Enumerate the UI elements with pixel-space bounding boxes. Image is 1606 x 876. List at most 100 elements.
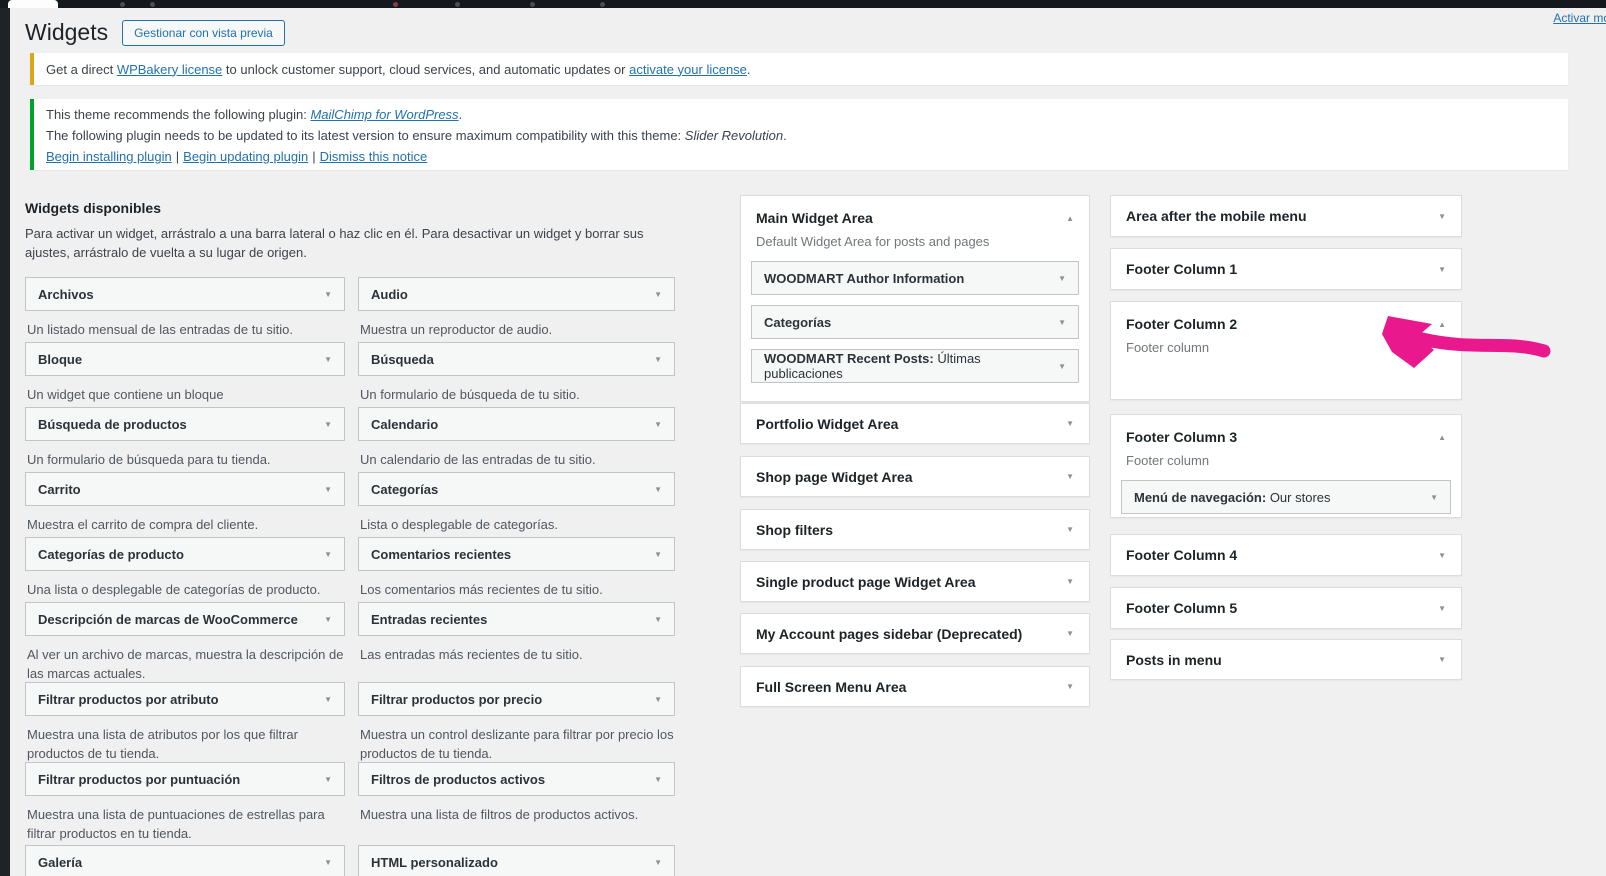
sidebar-panel-header[interactable]: Footer Column 1 ▼ (1111, 249, 1461, 289)
sidebar-panel-header[interactable]: Full Screen Menu Area ▼ (741, 667, 1089, 706)
widget-card[interactable]: Categorías de producto ▼ (25, 537, 345, 571)
sidebar-title: Shop filters (756, 522, 833, 538)
chevron-up-icon[interactable]: ▲ (1066, 214, 1074, 223)
sidebar-panel-header[interactable]: Shop filters ▼ (741, 510, 1089, 549)
chevron-down-icon[interactable]: ▼ (1066, 472, 1074, 481)
activate-license-link[interactable]: activate your license (629, 62, 747, 77)
mailchimp-plugin-link[interactable]: MailChimp for WordPress (310, 107, 458, 122)
widget-card[interactable]: Filtrar productos por atributo ▼ (25, 682, 345, 716)
chevron-down-icon[interactable]: ▼ (1066, 577, 1074, 586)
widget-card[interactable]: Búsqueda de productos ▼ (25, 407, 345, 441)
browser-icon-dot (120, 2, 125, 7)
chevron-down-icon[interactable]: ▼ (324, 775, 332, 784)
chevron-down-icon[interactable]: ▼ (1066, 682, 1074, 691)
chevron-down-icon[interactable]: ▼ (324, 290, 332, 299)
widget-label: Archivos (38, 287, 94, 302)
widget-card[interactable]: HTML personalizado ▼ (358, 845, 675, 876)
sidebar-panel-header[interactable]: Footer Column 2 ▲ (1111, 302, 1461, 332)
widget-card[interactable]: Carrito ▼ (25, 472, 345, 506)
widget-card[interactable]: Bloque ▼ (25, 342, 345, 376)
chevron-down-icon[interactable]: ▼ (324, 695, 332, 704)
chevron-down-icon[interactable]: ▼ (1430, 493, 1438, 502)
wpbakery-license-link[interactable]: WPBakery license (117, 62, 222, 77)
sidebar-panel-header[interactable]: Footer Column 4 ▼ (1111, 535, 1461, 575)
sidebar-widget-card[interactable]: WOODMART Recent Posts: Últimas publicaci… (751, 349, 1079, 383)
widget-card[interactable]: Descripción de marcas de WooCommerce ▼ (25, 602, 345, 636)
begin-installing-plugin-link[interactable]: Begin installing plugin (46, 149, 172, 164)
dismiss-notice-link[interactable]: Dismiss this notice (320, 149, 428, 164)
plugin-name-text: Slider Revolution (685, 128, 783, 143)
browser-icon-dot (530, 2, 535, 7)
sidebar-panel-header[interactable]: Footer Column 5 ▼ (1111, 588, 1461, 628)
chevron-down-icon[interactable]: ▼ (1066, 419, 1074, 428)
widget-card[interactable]: Filtrar productos por puntuación ▼ (25, 762, 345, 796)
sidebar-panel-header[interactable]: Shop page Widget Area ▼ (741, 457, 1089, 496)
widget-description: Los comentarios más recientes de tu siti… (360, 580, 675, 599)
chevron-down-icon[interactable]: ▼ (324, 615, 332, 624)
widget-card[interactable]: Calendario ▼ (358, 407, 675, 441)
chevron-down-icon[interactable]: ▼ (324, 355, 332, 364)
manage-with-preview-button[interactable]: Gestionar con vista previa (122, 20, 285, 46)
chevron-down-icon[interactable]: ▼ (654, 615, 662, 624)
sidebar-panel-header[interactable]: Main Widget Area ▲ (741, 196, 1089, 226)
accessibility-mode-link[interactable]: Activar mo (1553, 11, 1606, 25)
chevron-down-icon[interactable]: ▼ (1058, 318, 1066, 327)
chevron-down-icon[interactable]: ▼ (1438, 212, 1446, 221)
chevron-down-icon[interactable]: ▼ (1438, 604, 1446, 613)
chevron-down-icon[interactable]: ▼ (654, 355, 662, 364)
chevron-down-icon[interactable]: ▼ (1058, 362, 1066, 371)
page-header: Widgets Gestionar con vista previa (25, 18, 285, 47)
widget-description: Muestra un control deslizante para filtr… (360, 725, 675, 763)
browser-icon-dot (393, 2, 398, 7)
sidebar-panel-header[interactable]: Single product page Widget Area ▼ (741, 562, 1089, 601)
chevron-down-icon[interactable]: ▼ (654, 485, 662, 494)
sidebar-panel-header[interactable]: Portfolio Widget Area ▼ (741, 404, 1089, 443)
sidebar-widget-card[interactable]: Menú de navegación: Our stores ▼ (1121, 480, 1451, 514)
sidebar-panel-area-after-mobile-menu: Area after the mobile menu ▼ (1110, 195, 1462, 237)
chevron-down-icon[interactable]: ▼ (324, 485, 332, 494)
chevron-down-icon[interactable]: ▼ (1438, 551, 1446, 560)
sidebar-panel-my-account: My Account pages sidebar (Deprecated) ▼ (740, 613, 1090, 654)
notice-text: to unlock customer support, cloud servic… (222, 62, 629, 77)
chevron-up-icon[interactable]: ▲ (1438, 320, 1446, 329)
sidebar-panel-header[interactable]: My Account pages sidebar (Deprecated) ▼ (741, 614, 1089, 653)
sidebar-panel-header[interactable]: Posts in menu ▼ (1111, 640, 1461, 679)
chevron-down-icon[interactable]: ▼ (654, 420, 662, 429)
sidebar-panel-header[interactable]: Footer Column 3 ▲ (1111, 415, 1461, 445)
chevron-down-icon[interactable]: ▼ (324, 550, 332, 559)
chevron-down-icon[interactable]: ▼ (1066, 629, 1074, 638)
widget-card[interactable]: Filtros de productos activos ▼ (358, 762, 675, 796)
widget-description: Un listado mensual de las entradas de tu… (27, 320, 345, 339)
begin-updating-plugin-link[interactable]: Begin updating plugin (183, 149, 308, 164)
widget-card[interactable]: Archivos ▼ (25, 277, 345, 311)
sidebar-title: Portfolio Widget Area (756, 416, 898, 432)
widget-label: Búsqueda de productos (38, 417, 187, 432)
page-title: Widgets (25, 18, 108, 47)
chevron-down-icon[interactable]: ▼ (1066, 525, 1074, 534)
chevron-down-icon[interactable]: ▼ (654, 775, 662, 784)
sidebar-widget-card[interactable]: WOODMART Author Information ▼ (751, 261, 1079, 295)
sidebar-title: Single product page Widget Area (756, 574, 976, 590)
widget-card[interactable]: Categorías ▼ (358, 472, 675, 506)
chevron-down-icon[interactable]: ▼ (654, 858, 662, 867)
chevron-down-icon[interactable]: ▼ (1058, 274, 1066, 283)
widget-card[interactable]: Filtrar productos por precio ▼ (358, 682, 675, 716)
widget-card[interactable]: Búsqueda ▼ (358, 342, 675, 376)
sidebar-panel-header[interactable]: Area after the mobile menu ▼ (1111, 196, 1461, 236)
chevron-down-icon[interactable]: ▼ (654, 290, 662, 299)
widget-card[interactable]: Comentarios recientes ▼ (358, 537, 675, 571)
sidebar-widget-card[interactable]: Categorías ▼ (751, 305, 1079, 339)
chevron-down-icon[interactable]: ▼ (1438, 265, 1446, 274)
widget-label: Búsqueda (371, 352, 434, 367)
chevron-down-icon[interactable]: ▼ (1438, 655, 1446, 664)
sidebar-panel-shop-page: Shop page Widget Area ▼ (740, 456, 1090, 497)
chevron-up-icon[interactable]: ▲ (1438, 433, 1446, 442)
chevron-down-icon[interactable]: ▼ (324, 420, 332, 429)
widget-label: Calendario (371, 417, 438, 432)
widget-card[interactable]: Audio ▼ (358, 277, 675, 311)
chevron-down-icon[interactable]: ▼ (654, 550, 662, 559)
widget-card[interactable]: Galería ▼ (25, 845, 345, 876)
chevron-down-icon[interactable]: ▼ (324, 858, 332, 867)
widget-card[interactable]: Entradas recientes ▼ (358, 602, 675, 636)
chevron-down-icon[interactable]: ▼ (654, 695, 662, 704)
